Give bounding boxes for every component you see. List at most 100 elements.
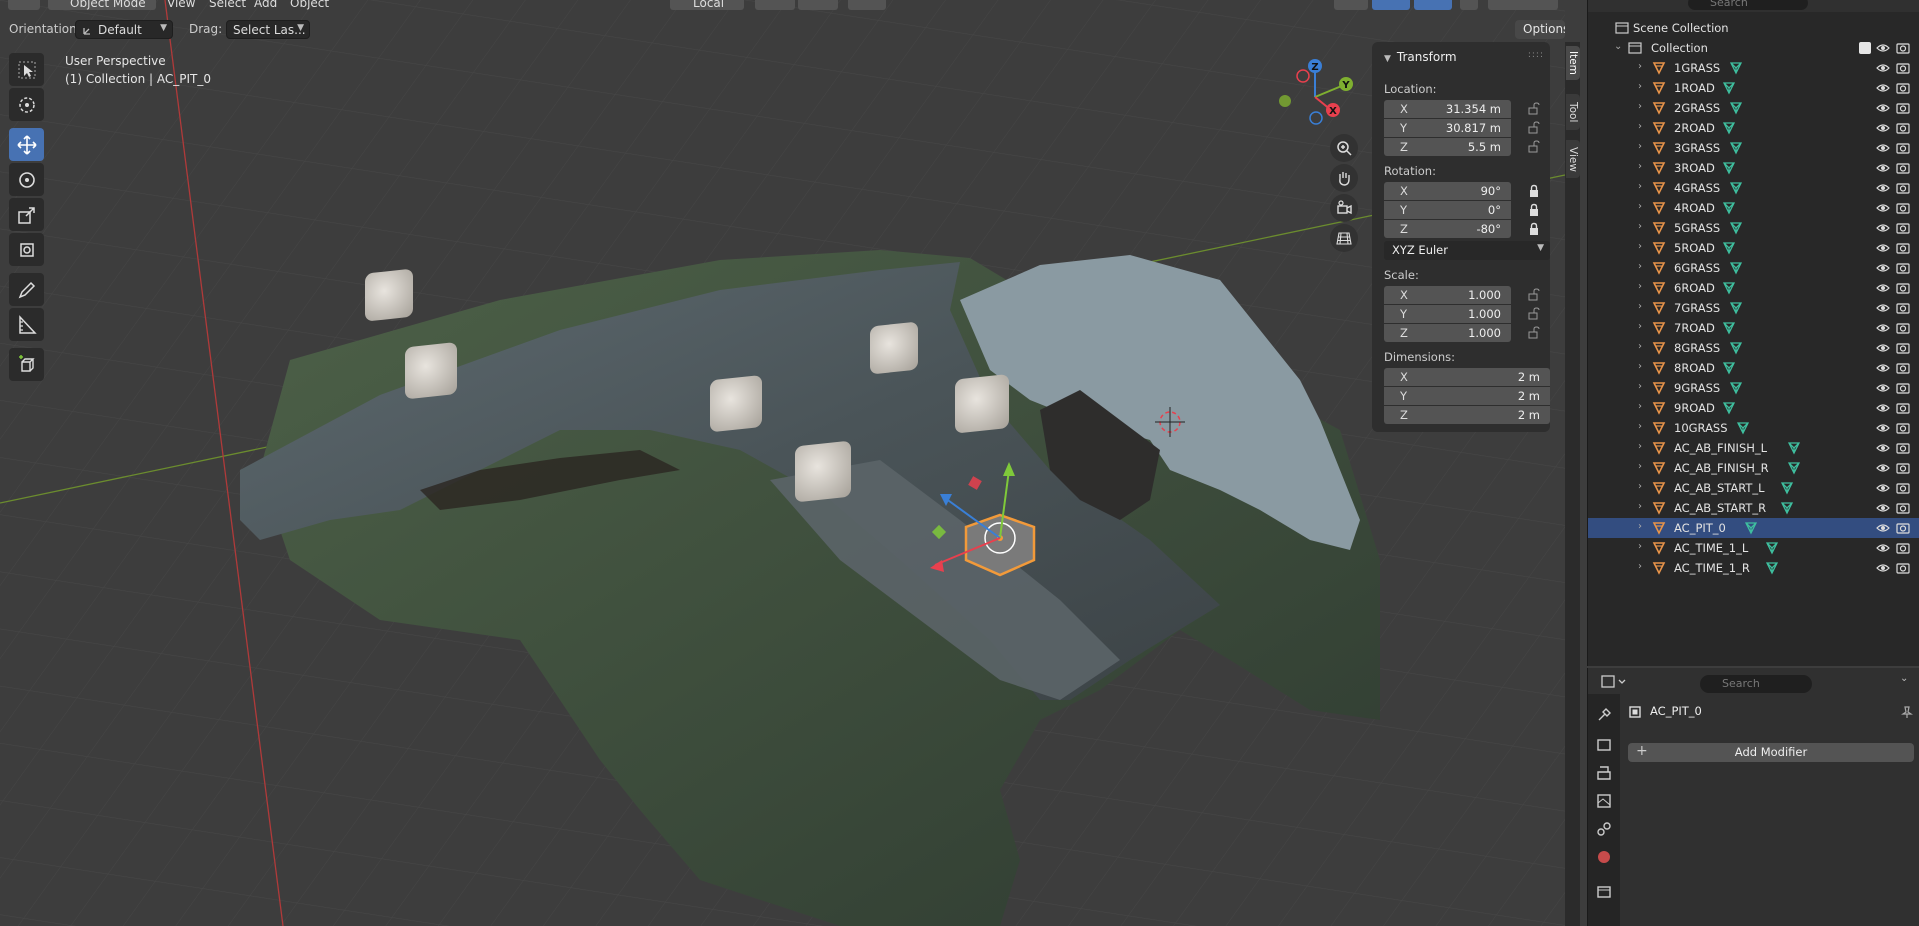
outliner-search-input[interactable]: Search [1688,0,1808,10]
properties-search-input[interactable]: Search [1700,675,1812,693]
render-tab-icon[interactable] [1595,736,1613,754]
outliner-object-row[interactable]: › 7GRASS [1588,298,1919,318]
eye-icon[interactable] [1876,521,1890,535]
unlock-icon[interactable] [1527,121,1541,135]
eye-icon[interactable] [1876,161,1890,175]
camera-icon[interactable] [1896,281,1910,295]
menu-view[interactable]: View [167,0,195,11]
eye-icon[interactable] [1876,121,1890,135]
mesh-data-icon[interactable] [1729,141,1743,155]
chevron-right-icon[interactable]: › [1638,561,1642,572]
options-button[interactable]: Options▼ [1515,20,1565,39]
outliner-object-row[interactable]: › AC_AB_FINISH_L [1588,438,1919,458]
mesh-data-icon[interactable] [1722,241,1736,255]
eye-icon[interactable] [1876,41,1890,55]
eye-icon[interactable] [1876,461,1890,475]
camera-icon[interactable] [1896,101,1910,115]
cube-object[interactable] [870,322,918,375]
eye-icon[interactable] [1876,181,1890,195]
unlock-icon[interactable] [1527,288,1541,302]
eye-icon[interactable] [1876,441,1890,455]
outliner-object-row[interactable]: › AC_AB_FINISH_R [1588,458,1919,478]
transform-panel-header[interactable]: ▼ Transform [1384,50,1457,64]
cursor-tool[interactable] [9,88,44,121]
pivot-point-button[interactable] [755,0,795,10]
mesh-data-icon[interactable] [1722,401,1736,415]
outliner-object-row[interactable]: › 5ROAD [1588,238,1919,258]
eye-icon[interactable] [1876,341,1890,355]
camera-icon[interactable] [1896,161,1910,175]
eye-icon[interactable] [1876,221,1890,235]
outliner-scene-collection[interactable]: Scene Collection [1588,18,1919,38]
mesh-data-icon[interactable] [1722,201,1736,215]
visibility-button[interactable] [1334,0,1368,10]
outliner-collection[interactable]: ⌄ Collection [1588,38,1919,58]
editor-type-icon[interactable] [1601,674,1629,690]
camera-icon[interactable] [1896,421,1910,435]
select-box-tool[interactable] [9,53,44,86]
chevron-right-icon[interactable]: › [1638,361,1642,372]
camera-icon[interactable] [1896,561,1910,575]
proportional-edit-button[interactable] [848,0,886,10]
mesh-data-icon[interactable] [1729,261,1743,275]
camera-icon[interactable] [1896,541,1910,555]
chevron-down-icon[interactable]: ⌄ [1614,41,1622,52]
scene-canvas[interactable] [0,0,1565,926]
exclude-checkbox[interactable] [1859,42,1871,54]
tool-tab-icon[interactable] [1595,706,1613,724]
eye-icon[interactable] [1876,201,1890,215]
world-tab-icon[interactable] [1595,848,1613,866]
tab-item[interactable]: Item [1566,46,1580,80]
camera-icon[interactable] [1896,261,1910,275]
lock-icon[interactable] [1527,184,1541,198]
chevron-right-icon[interactable]: › [1638,81,1642,92]
eye-icon[interactable] [1876,501,1890,515]
camera-icon[interactable] [1896,341,1910,355]
mesh-data-icon[interactable] [1780,481,1794,495]
scale-tool[interactable] [9,198,44,231]
chevron-right-icon[interactable]: › [1638,121,1642,132]
unlock-icon[interactable] [1527,307,1541,321]
camera-icon[interactable] [1896,241,1910,255]
cube-object[interactable] [795,441,851,503]
eye-icon[interactable] [1876,261,1890,275]
editor-type-button[interactable] [8,0,40,10]
navigation-gizmo[interactable]: Z Y X [1275,55,1365,135]
mesh-data-icon[interactable] [1787,441,1801,455]
mesh-data-icon[interactable] [1729,181,1743,195]
dimensions-z-field[interactable]: Z 2 m [1384,406,1550,424]
outliner-object-row[interactable]: › 8ROAD [1588,358,1919,378]
camera-icon[interactable] [1896,81,1910,95]
outliner-object-row[interactable]: › 9ROAD [1588,398,1919,418]
location-z-field[interactable]: Z 5.5 m [1384,138,1511,156]
gizmo-toggle-button[interactable] [1372,0,1410,10]
eye-icon[interactable] [1876,61,1890,75]
camera-icon[interactable] [1896,521,1910,535]
outliner-object-row[interactable]: › 9GRASS [1588,378,1919,398]
eye-icon[interactable] [1876,141,1890,155]
orientation-dropdown[interactable]: Default ▼ [75,20,173,39]
mesh-data-icon[interactable] [1729,101,1743,115]
chevron-right-icon[interactable]: › [1638,141,1642,152]
outliner-object-row[interactable]: › 8GRASS [1588,338,1919,358]
chevron-right-icon[interactable]: › [1638,61,1642,72]
add-cube-tool[interactable] [9,348,44,381]
unlock-icon[interactable] [1527,102,1541,116]
chevron-right-icon[interactable]: › [1638,261,1642,272]
outliner-object-row[interactable]: › AC_AB_START_R [1588,498,1919,518]
snap-button[interactable] [798,0,838,10]
eye-icon[interactable] [1876,401,1890,415]
overlay-toggle-button[interactable] [1414,0,1452,10]
location-x-field[interactable]: X 31.354 m [1384,100,1511,118]
collection-tab-icon[interactable] [1595,882,1613,900]
outliner-object-row[interactable]: › AC_TIME_1_L [1588,538,1919,558]
output-tab-icon[interactable] [1595,764,1613,782]
mesh-data-icon[interactable] [1729,61,1743,75]
outliner-object-row[interactable]: › 6ROAD [1588,278,1919,298]
scene-tab-icon[interactable] [1595,820,1613,838]
mesh-data-icon[interactable] [1729,221,1743,235]
outliner-object-row[interactable]: › 4ROAD [1588,198,1919,218]
mesh-data-icon[interactable] [1722,121,1736,135]
outliner-object-row[interactable]: › AC_PIT_0 [1588,518,1919,538]
pin-icon[interactable] [1900,705,1914,719]
